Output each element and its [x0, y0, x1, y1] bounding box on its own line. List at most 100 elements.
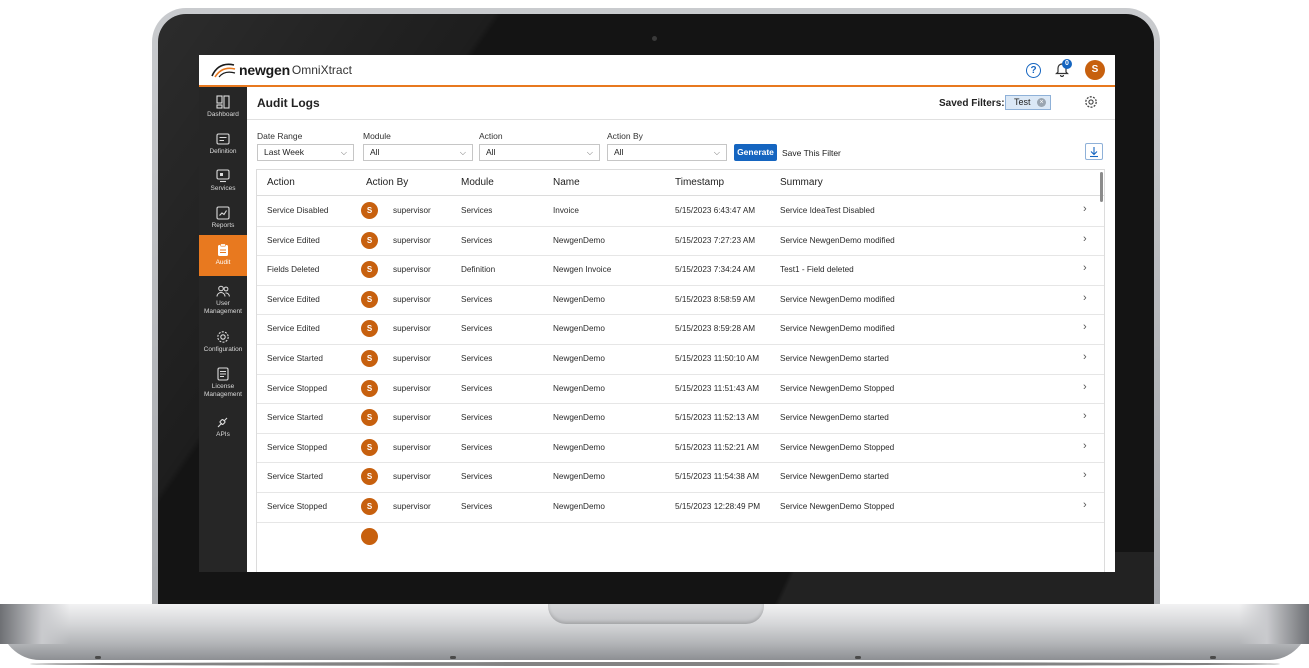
sidebar-item-services[interactable]: Services — [199, 161, 247, 198]
user-avatar: S — [361, 379, 378, 397]
help-icon[interactable]: ? — [1026, 62, 1041, 78]
cell-summary: Service NewgenDemo Stopped — [780, 502, 895, 511]
user-avatar: S — [361, 320, 378, 338]
cell-module: Services — [461, 383, 493, 393]
table-scrollbar[interactable] — [1100, 172, 1103, 202]
column-header-action[interactable]: Action — [267, 177, 295, 188]
settings-gear-icon[interactable] — [1084, 95, 1098, 109]
cell-action: Service Edited — [267, 294, 320, 304]
sidebar-item-label: License Management — [204, 383, 242, 398]
laptop-base-edge-left — [0, 604, 70, 644]
saved-filter-chip[interactable]: Test × — [1005, 95, 1051, 110]
cell-timestamp: 5/15/2023 6:43:47 AM — [675, 206, 756, 215]
action-value: All — [486, 147, 496, 157]
cell-module: Services — [461, 413, 493, 423]
sidebar-item-definition[interactable]: Definition — [199, 124, 247, 161]
cell-action: Service Stopped — [267, 442, 328, 452]
table-row[interactable]: Service Started supervisor Services NewgenD… — [257, 403, 1104, 434]
table-row[interactable]: Fields Deleted supervisor Definition Newgen… — [257, 255, 1104, 286]
cell-name: NewgenDemo — [553, 472, 605, 482]
chevron-right-icon[interactable]: › — [1083, 381, 1087, 393]
newgen-logo-icon — [211, 63, 236, 78]
chevron-right-icon[interactable]: › — [1083, 469, 1087, 481]
column-header-name[interactable]: Name — [553, 177, 580, 188]
cell-action: Service Started — [267, 413, 323, 423]
user-avatar: S — [361, 202, 378, 219]
sidebar-item-dashboard[interactable]: Dashboard — [199, 87, 247, 124]
table-row[interactable]: Service Started supervisor Services NewgenD… — [257, 462, 1104, 493]
top-bar-actions: ? 0 S — [1026, 59, 1105, 80]
chevron-right-icon[interactable]: › — [1083, 499, 1087, 511]
download-button[interactable] — [1085, 143, 1103, 160]
chevron-right-icon[interactable]: › — [1083, 292, 1087, 304]
sidebar-item-configuration[interactable]: Configuration — [199, 322, 247, 359]
action-by-label: Action By — [607, 131, 643, 141]
table-row[interactable]: Service Stopped supervisor Services NewgenD… — [257, 374, 1104, 405]
saved-filter-chip-label: Test — [1014, 97, 1031, 107]
table-row[interactable]: Service Started supervisor Services NewgenD… — [257, 344, 1104, 375]
configuration-icon — [217, 331, 229, 343]
cell-name: NewgenDemo — [553, 442, 605, 452]
module-select[interactable]: All ⌵ — [363, 144, 473, 161]
product-name: OmniXtract — [291, 63, 352, 77]
sidebar-item-apis[interactable]: APIs — [199, 407, 247, 444]
sidebar-item-label: APIs — [216, 431, 230, 438]
chevron-right-icon[interactable]: › — [1083, 440, 1087, 452]
user-avatar[interactable]: S — [1085, 60, 1105, 80]
cell-timestamp: 5/15/2023 7:34:24 AM — [675, 265, 756, 275]
table-row[interactable]: Service Edited supervisor Services NewgenDe… — [257, 226, 1104, 257]
column-header-action-by[interactable]: Action By — [366, 177, 408, 188]
save-filter-link[interactable]: Save This Filter — [782, 148, 841, 158]
chevron-right-icon[interactable]: › — [1083, 233, 1087, 245]
table-row[interactable]: Service Stopped supervisor Services NewgenD… — [257, 433, 1104, 464]
column-header-module[interactable]: Module — [461, 177, 494, 188]
column-header-timestamp[interactable]: Timestamp — [675, 177, 724, 188]
chevron-right-icon[interactable]: › — [1083, 351, 1087, 363]
notifications-button[interactable]: 0 — [1055, 59, 1072, 79]
cell-action: Service Edited — [267, 235, 320, 245]
cell-name: NewgenDemo — [553, 383, 605, 393]
sidebar-item-reports[interactable]: Reports — [199, 198, 247, 235]
table-row[interactable]: Service Disabled supervisor Services Invoic… — [257, 196, 1104, 227]
cell-action: Fields Deleted — [267, 265, 320, 275]
table-row[interactable]: Service Edited supervisor Services NewgenDe… — [257, 314, 1104, 345]
chip-remove-icon[interactable]: × — [1037, 98, 1046, 107]
sidebar-item-label: Services — [210, 185, 236, 192]
cell-action-by: supervisor — [393, 354, 431, 363]
module-value: All — [370, 147, 380, 157]
cell-timestamp: 5/15/2023 11:54:38 AM — [675, 472, 760, 482]
cell-module: Services — [461, 472, 493, 482]
table-row[interactable]: Service Stopped supervisor Services NewgenD… — [257, 492, 1104, 523]
cell-timestamp: 5/15/2023 11:50:10 AM — [675, 354, 760, 363]
sidebar: Dashboard Definition Services Reports Au… — [199, 87, 247, 572]
cell-name: Newgen Invoice — [553, 265, 612, 275]
generate-button[interactable]: Generate — [734, 144, 777, 161]
action-by-select[interactable]: All ⌵ — [607, 144, 727, 161]
date-range-select[interactable]: Last Week ⌵ — [257, 144, 354, 161]
cell-action-by: supervisor — [393, 502, 431, 511]
definition-icon — [216, 133, 230, 145]
sidebar-item-audit[interactable]: Audit — [199, 235, 247, 276]
audit-icon — [218, 243, 228, 256]
saved-filters-label: Saved Filters: — [939, 98, 1005, 109]
chevron-right-icon[interactable]: › — [1083, 321, 1087, 333]
chevron-right-icon[interactable]: › — [1083, 262, 1087, 274]
cell-name: NewgenDemo — [553, 502, 605, 511]
sidebar-item-label: Definition — [209, 148, 237, 155]
user-avatar: S — [361, 290, 378, 308]
table-row[interactable]: Service Edited supervisor Services NewgenDe… — [257, 285, 1104, 316]
cell-module: Definition — [461, 265, 496, 275]
sidebar-item-license-management[interactable]: License Management — [199, 359, 247, 407]
cell-timestamp: 5/15/2023 8:58:59 AM — [675, 294, 756, 304]
main-content: Audit Logs Saved Filters: Test × Date Ra… — [247, 87, 1115, 572]
chevron-right-icon[interactable]: › — [1083, 203, 1087, 215]
services-icon — [216, 169, 230, 183]
column-header-summary[interactable]: Summary — [780, 177, 823, 188]
sidebar-item-user-management[interactable]: User Management — [199, 276, 247, 322]
cell-name: NewgenDemo — [553, 235, 605, 245]
cell-action: Service Stopped — [267, 502, 328, 511]
user-avatar: S — [361, 498, 378, 515]
action-select[interactable]: All ⌵ — [479, 144, 600, 161]
chevron-right-icon[interactable]: › — [1083, 410, 1087, 422]
brand-logo[interactable]: newgen OmniXtract — [209, 61, 352, 79]
